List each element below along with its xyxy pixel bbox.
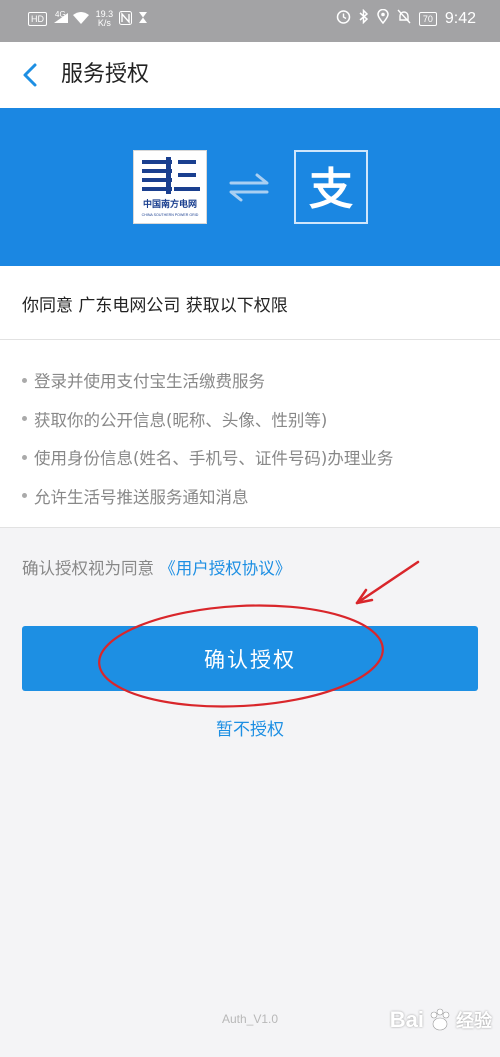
permission-header: 你同意 广东电网公司 获取以下权限 xyxy=(0,266,500,340)
list-item: 使用身份信息(姓名、手机号、证件号码)办理业务 xyxy=(0,438,500,477)
agreement-link[interactable]: 《用户授权协议》 xyxy=(159,559,291,578)
battery-icon: 70 xyxy=(418,11,437,26)
watermark-text: 经验 xyxy=(456,1011,492,1031)
annotation-arrow xyxy=(355,560,420,605)
nav-bar: 服务授权 xyxy=(0,42,500,108)
paw-icon xyxy=(427,1007,453,1033)
permission-list: 登录并使用支付宝生活缴费服务 获取你的公开信息(昵称、头像、性别等) 使用身份信… xyxy=(0,340,500,528)
alarm-icon xyxy=(336,9,351,28)
mute-icon xyxy=(397,9,411,28)
hourglass-icon xyxy=(138,11,148,27)
permission-header-text: 你同意 广东电网公司 获取以下权限 xyxy=(22,296,288,316)
status-left: HD 4G 19.3 K/s xyxy=(28,10,148,28)
list-item: 登录并使用支付宝生活缴费服务 xyxy=(0,361,500,400)
list-item-text: 登录并使用支付宝生活缴费服务 xyxy=(34,372,265,392)
bullet-icon xyxy=(22,454,27,460)
baidu-watermark: Bai 经验 xyxy=(390,1007,492,1033)
list-item: 允许生活号推送服务通知消息 xyxy=(0,477,500,516)
signal-label: 4G xyxy=(55,9,66,19)
back-icon[interactable] xyxy=(18,60,44,90)
china-southern-power-grid-logo: 中国南方电网 CHINA SOUTHERN POWER GRID xyxy=(133,150,207,224)
partner-logo-name: 中国南方电网 xyxy=(143,198,197,210)
hd-badge: HD xyxy=(28,12,47,26)
clock: 9:42 xyxy=(444,9,476,27)
page-title: 服务授权 xyxy=(61,62,150,87)
swap-icon xyxy=(225,165,273,209)
list-item-text: 允许生活号推送服务通知消息 xyxy=(34,487,249,507)
list-item: 获取你的公开信息(昵称、头像、性别等) xyxy=(0,400,500,439)
location-icon xyxy=(377,8,389,28)
annotation-arrowhead xyxy=(355,588,374,605)
bullet-icon xyxy=(22,416,27,422)
status-right: 70 9:42 xyxy=(336,8,476,28)
network-speed-unit: K/s xyxy=(97,18,111,28)
status-bar: HD 4G 19.3 K/s 70 9:42 xyxy=(0,0,500,42)
bullet-icon xyxy=(22,493,27,499)
bullet-icon xyxy=(22,377,27,383)
alipay-glyph: 支 xyxy=(309,164,353,215)
nfc-icon xyxy=(119,10,133,28)
list-item-text: 使用身份信息(姓名、手机号、证件号码)办理业务 xyxy=(34,449,394,469)
wifi-icon xyxy=(72,11,90,28)
list-item-text: 获取你的公开信息(昵称、头像、性别等) xyxy=(34,410,328,430)
confirm-authorization-button[interactable]: 确认授权 xyxy=(22,626,478,691)
alipay-logo: 支 xyxy=(294,150,368,224)
bluetooth-icon xyxy=(359,8,369,28)
decline-authorization-link[interactable]: 暂不授权 xyxy=(0,715,500,740)
agreement-prefix: 确认授权视为同意 xyxy=(22,559,154,578)
watermark-brand: Bai xyxy=(389,1007,424,1032)
partner-logo-sub: CHINA SOUTHERN POWER GRID xyxy=(142,213,199,217)
agreement-line: 确认授权视为同意 《用户授权协议》 xyxy=(22,555,291,579)
network-speed: 19.3 K/s xyxy=(96,10,114,28)
